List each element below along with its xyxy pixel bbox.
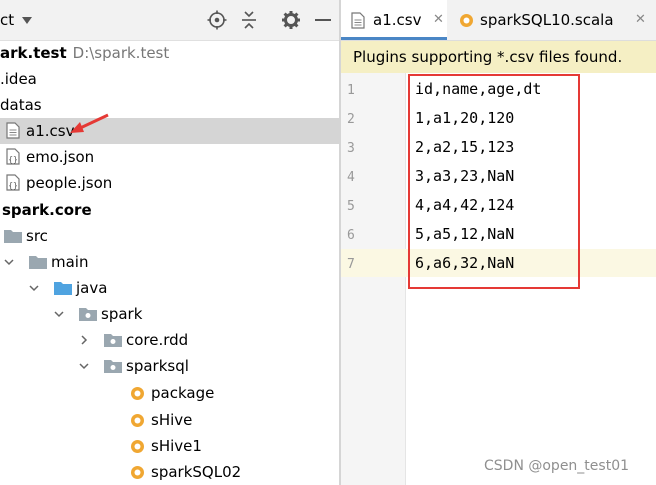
close-icon[interactable]: ✕ — [635, 0, 646, 40]
annotation-arrow-icon — [70, 113, 109, 133]
tree-item-java[interactable]: java — [0, 275, 339, 301]
tree-item-label: people.json — [26, 174, 113, 192]
source-folder-icon — [54, 282, 72, 295]
line-number: 7 — [347, 257, 355, 272]
tree-item-label: ark.test — [0, 44, 67, 62]
tree-item-label: sHive1 — [151, 437, 202, 455]
scala-object-icon — [131, 440, 144, 453]
line-number: 6 — [347, 228, 355, 243]
tab-label: sparkSQL10.scala — [480, 11, 614, 29]
line-number: 3 — [347, 141, 355, 156]
svg-text:{}: {} — [8, 181, 18, 190]
tree-item-sparksql02[interactable]: sparkSQL02 — [0, 459, 339, 485]
tree-item-spark-core[interactable]: spark.core — [0, 197, 339, 223]
tree-item-shive[interactable]: sHive — [0, 407, 339, 433]
chevron-down-icon[interactable] — [4, 257, 14, 267]
tree-item-spark[interactable]: spark — [0, 301, 339, 327]
scala-object-icon — [131, 466, 144, 479]
line-number: 1 — [347, 83, 355, 98]
tree-item-datas[interactable]: datas — [0, 92, 339, 118]
tab-sparksql10-scala[interactable]: sparkSQL10.scala ✕ — [455, 0, 656, 40]
tree-item-package[interactable]: package — [0, 380, 339, 406]
tree-item-a1-csv[interactable]: a1.csv — [0, 118, 339, 144]
project-view-selector[interactable]: ct — [0, 11, 14, 29]
folder-icon — [4, 230, 22, 243]
annotation-highlight-box — [408, 74, 580, 289]
package-icon — [104, 334, 122, 347]
tree-item-label: a1.csv — [26, 122, 75, 140]
tree-item-emo-json[interactable]: {} emo.json — [0, 144, 339, 170]
scala-object-icon — [131, 414, 144, 427]
tree-item-label: core.rdd — [126, 331, 189, 349]
project-panel-header: ct — [0, 0, 339, 41]
tree-item-label: package — [151, 384, 215, 402]
project-panel: ct ark.test D:\spark.test .idea datas a1… — [0, 0, 339, 485]
tree-item-sparksql[interactable]: sparksql — [0, 353, 339, 379]
tab-label: a1.csv — [373, 11, 422, 29]
package-icon — [104, 360, 122, 373]
folder-icon — [29, 256, 47, 269]
close-icon[interactable]: ✕ — [433, 0, 444, 40]
tree-item-label: datas — [0, 96, 42, 114]
file-icon — [6, 122, 20, 139]
package-icon — [79, 308, 97, 321]
tree-item-core-rdd[interactable]: core.rdd — [0, 327, 339, 353]
chevron-right-icon[interactable] — [79, 335, 89, 345]
target-icon[interactable] — [207, 10, 227, 30]
gear-icon[interactable] — [281, 10, 301, 30]
tree-item-shive1[interactable]: sHive1 — [0, 433, 339, 459]
chevron-down-icon[interactable] — [29, 283, 39, 293]
tree-item-label: spark.core — [2, 201, 92, 219]
chevron-down-icon[interactable] — [22, 17, 32, 24]
tree-item-src[interactable]: src — [0, 223, 339, 249]
chevron-down-icon[interactable] — [54, 309, 64, 319]
watermark: CSDN @open_test01 — [484, 458, 630, 474]
tree-item-label: java — [76, 279, 108, 297]
tree-item-label: sHive — [151, 411, 193, 429]
project-path: D:\spark.test — [72, 44, 170, 62]
line-number: 5 — [347, 199, 355, 214]
scala-object-icon — [460, 14, 473, 27]
plugin-suggestion-banner: Plugins supporting *.csv files found. — [341, 41, 656, 73]
tree-item-label: src — [26, 227, 48, 245]
tree-item-label: emo.json — [26, 148, 95, 166]
file-icon — [351, 12, 365, 29]
editor-tab-bar: a1.csv ✕ sparkSQL10.scala ✕ — [341, 0, 656, 41]
chevron-down-icon[interactable] — [79, 361, 89, 371]
tree-item-idea[interactable]: .idea — [0, 66, 339, 92]
minimize-icon[interactable] — [313, 10, 333, 30]
json-file-icon: {} — [6, 174, 20, 191]
tree-item-main[interactable]: main — [0, 249, 339, 275]
json-file-icon: {} — [6, 148, 20, 165]
tree-item-label: sparksql — [126, 357, 189, 375]
tree-item-label: .idea — [0, 70, 37, 88]
line-number-gutter — [341, 73, 406, 485]
line-number: 4 — [347, 170, 355, 185]
tree-item-label: spark — [101, 305, 143, 323]
tree-item-label: main — [51, 253, 89, 271]
tree-item-label: sparkSQL02 — [151, 463, 242, 481]
line-number: 2 — [347, 112, 355, 127]
banner-text: Plugins supporting *.csv files found. — [353, 48, 623, 66]
tab-a1-csv[interactable]: a1.csv ✕ — [341, 0, 447, 40]
svg-text:{}: {} — [8, 155, 18, 164]
tree-item-project-root[interactable]: ark.test D:\spark.test — [0, 40, 339, 66]
scala-object-icon — [131, 387, 144, 400]
tree-item-people-json[interactable]: {} people.json — [0, 170, 339, 196]
collapse-icon[interactable] — [239, 10, 259, 30]
